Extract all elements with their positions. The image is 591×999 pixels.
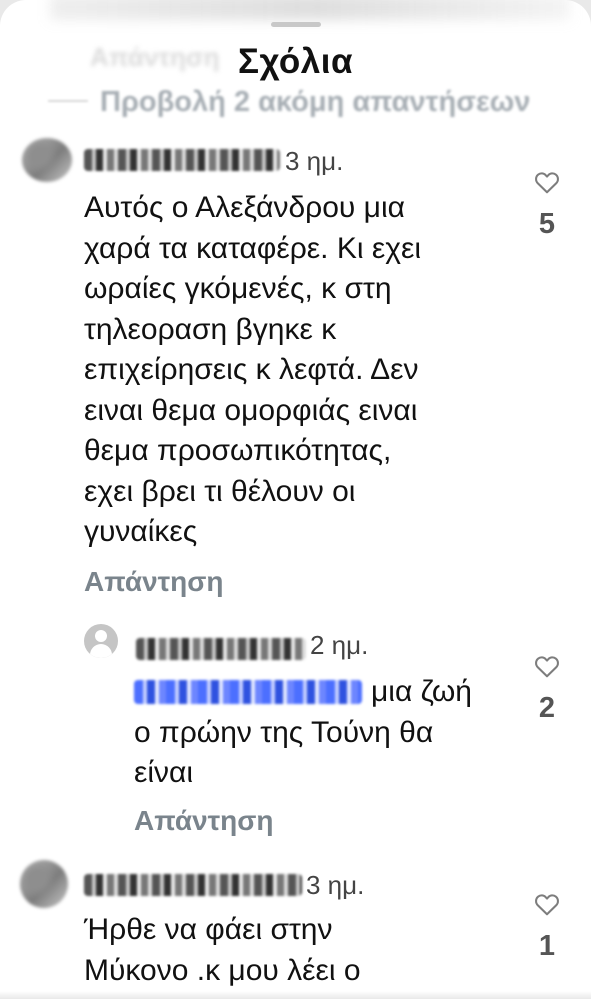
- reply-button[interactable]: Απάντηση: [134, 805, 274, 837]
- person-icon: [95, 630, 107, 642]
- comment-text-line: Μύκονο .κ μου λέει ο: [84, 953, 361, 987]
- drag-handle[interactable]: [271, 22, 321, 27]
- comment-text: μια ζωή ο πρώην της Τούνη θα είναι: [134, 672, 472, 794]
- comment-timestamp: 3 ημ.: [285, 146, 344, 176]
- comment-text: Ήρθε να φάει στην Μύκονο .κ μου λέει ο: [84, 910, 361, 991]
- comment-text-line: Αυτός ο Αλεξάνδρου μια: [84, 191, 405, 224]
- like-button[interactable]: 2: [532, 654, 562, 725]
- comment-text-line: ο πρώην της Τούνη θα: [134, 715, 434, 749]
- comment-text-line: επιχείρησεις κ λεφτά. Δεν: [84, 353, 419, 386]
- heart-outline-icon: [535, 894, 559, 916]
- avatar[interactable]: [20, 860, 68, 908]
- comment-timestamp: 3 ημ.: [306, 870, 365, 900]
- like-count: 2: [538, 692, 556, 724]
- reply-button[interactable]: Απάντηση: [84, 566, 224, 598]
- comment-text-line: ειναι θεμα ομορφιάς ειναι: [84, 393, 418, 427]
- thread-connector: [48, 100, 88, 102]
- comment-text-line: γυναίκες: [84, 515, 198, 548]
- username-redacted[interactable]: [84, 149, 280, 171]
- username-redacted[interactable]: [84, 874, 302, 896]
- like-button[interactable]: 1: [532, 892, 562, 963]
- comment-text-line: τηλεοραση βγηκε κ: [84, 312, 337, 346]
- avatar[interactable]: [84, 624, 118, 658]
- comment-text-line: θεμα προσωπικότητας,: [84, 434, 392, 467]
- bottom-edge: [0, 991, 591, 999]
- comment-text-line: Ήρθε να φάει στην: [84, 913, 333, 946]
- like-button[interactable]: 5: [532, 170, 562, 241]
- comment-text-line: εχει βρει τι θέλουν οι: [84, 474, 356, 508]
- avatar[interactable]: [22, 138, 72, 182]
- like-count: 1: [538, 930, 556, 962]
- heart-outline-icon: [535, 172, 559, 194]
- comment-text-line: είναι: [134, 756, 194, 789]
- username-redacted[interactable]: [136, 638, 306, 660]
- background-content-blur: [50, 0, 570, 20]
- comment-text-line: ωραίες γκόμενές, κ στη: [84, 272, 392, 305]
- sheet-title: Σχόλια: [238, 42, 353, 81]
- heart-outline-icon: [535, 656, 559, 678]
- like-count: 5: [538, 208, 556, 240]
- comment-text-line: χαρά τα καταφέρε. Κι εχει: [84, 231, 421, 265]
- comment-text-line: μια ζωή: [371, 675, 472, 708]
- comments-sheet: Απάντηση Σχόλια Προβολή 2 ακόμη απαντήσε…: [0, 0, 591, 999]
- view-more-replies-link[interactable]: Προβολή 2 ακόμη απαντήσεων: [100, 86, 530, 119]
- comment-timestamp: 2 ημ.: [310, 630, 369, 660]
- comment-text: Αυτός ο Αλεξάνδρου μια χαρά τα καταφέρε.…: [84, 188, 421, 553]
